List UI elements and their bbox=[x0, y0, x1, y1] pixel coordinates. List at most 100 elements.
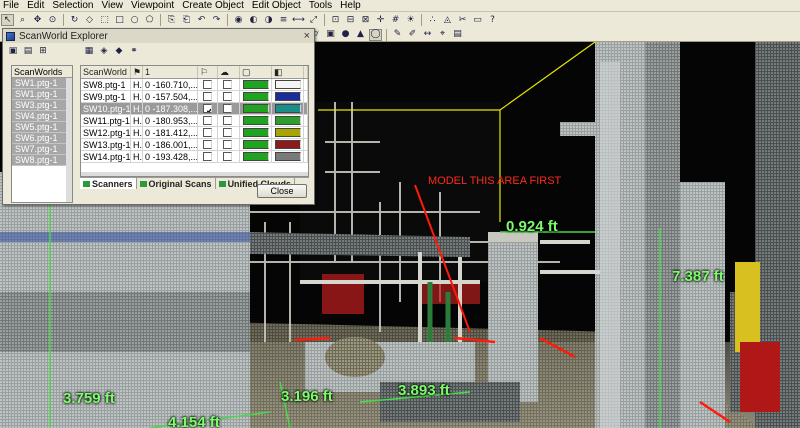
cloud-color-swatch[interactable] bbox=[275, 80, 301, 89]
scanworld-list-item[interactable]: SW6.ptg-1 bbox=[12, 133, 72, 144]
properties-icon[interactable]: ◈ bbox=[98, 46, 110, 57]
table-row[interactable]: SW8.ptg-1H...0 -160.710,... bbox=[81, 79, 308, 91]
close-button[interactable]: Close bbox=[257, 184, 307, 198]
fence-icon[interactable]: ⬚ bbox=[98, 14, 111, 26]
camera-icon[interactable]: ◉ bbox=[232, 14, 245, 26]
cloud-checkbox[interactable] bbox=[223, 92, 232, 101]
scanworld-list-item[interactable]: SW1.ptg-1 bbox=[12, 78, 72, 89]
column-header-scanner-icon[interactable]: ⚑ bbox=[131, 66, 143, 78]
column-header-visible-icon[interactable]: ⚐ bbox=[198, 66, 218, 78]
seek-icon[interactable]: ⊙ bbox=[46, 14, 59, 26]
visibility-checkbox[interactable] bbox=[203, 92, 212, 101]
dimension-icon[interactable]: ↔ bbox=[421, 29, 434, 41]
tab-original-scans[interactable]: Original Scans bbox=[137, 178, 216, 189]
cloud-color-swatch[interactable] bbox=[275, 140, 301, 149]
cone-icon[interactable]: ▲ bbox=[354, 29, 367, 41]
menu-item-edit[interactable]: Edit bbox=[23, 0, 48, 12]
scanner-color-swatch[interactable] bbox=[243, 80, 269, 89]
annotate-icon[interactable]: ✎ bbox=[391, 29, 404, 41]
scanworld-list-item[interactable]: SW5.ptg-1 bbox=[12, 122, 72, 133]
scanner-color-swatch[interactable] bbox=[243, 104, 269, 113]
save-icon[interactable]: ▤ bbox=[22, 46, 34, 57]
scanner-color-swatch[interactable] bbox=[243, 116, 269, 125]
limit-box-icon[interactable]: ▭ bbox=[471, 14, 484, 26]
visibility-checkbox[interactable]: ✔ bbox=[203, 104, 212, 113]
table-row[interactable]: SW12.ptg-1H...0 -181.412,... bbox=[81, 127, 308, 139]
menu-item-create-object[interactable]: Create Object bbox=[178, 0, 248, 12]
visible-icon[interactable]: ◐ bbox=[247, 14, 260, 26]
cloud-checkbox[interactable] bbox=[223, 116, 232, 125]
list-view-icon[interactable]: ▦ bbox=[83, 46, 95, 57]
undo-icon[interactable]: ↶ bbox=[195, 14, 208, 26]
table-row[interactable]: SW11.ptg-1H...0 -180.953,... bbox=[81, 115, 308, 127]
measurement-label[interactable]: 3.893 ft bbox=[398, 382, 450, 399]
measurement-label[interactable]: 3.759 ft bbox=[63, 390, 115, 407]
lighting-icon[interactable]: ☀ bbox=[404, 14, 417, 26]
visibility-checkbox[interactable] bbox=[203, 116, 212, 125]
pick-icon[interactable]: ◇ bbox=[83, 14, 96, 26]
torus-icon[interactable]: ◯ bbox=[369, 28, 382, 41]
table-row[interactable]: SW13.ptg-1H...0 -186.001,... bbox=[81, 139, 308, 151]
zoom-extents-icon[interactable]: ⊡ bbox=[329, 14, 342, 26]
menu-item-tools[interactable]: Tools bbox=[305, 0, 336, 12]
perspective-icon[interactable]: ⊠ bbox=[359, 14, 372, 26]
cloud-checkbox[interactable] bbox=[223, 80, 232, 89]
scanworld-list-scrollbar[interactable] bbox=[66, 78, 72, 202]
scanner-color-swatch[interactable] bbox=[243, 140, 269, 149]
open-icon[interactable]: ▣ bbox=[7, 46, 19, 57]
column-header-flag-icon[interactable]: ⚑ bbox=[304, 66, 308, 78]
menu-item-viewpoint[interactable]: Viewpoint bbox=[127, 0, 178, 12]
polygon-icon[interactable]: ⬠ bbox=[143, 14, 156, 26]
visibility-checkbox[interactable] bbox=[203, 80, 212, 89]
scanworld-list-item[interactable]: SW1.ptg-1 bbox=[12, 89, 72, 100]
measurement-label[interactable]: 0.924 ft bbox=[506, 218, 558, 235]
scanworld-list-item[interactable]: SW8.ptg-1 bbox=[12, 155, 72, 166]
clip-icon[interactable]: ✂ bbox=[456, 14, 469, 26]
tab-scanners[interactable]: Scanners bbox=[80, 178, 137, 189]
visibility-checkbox[interactable] bbox=[203, 128, 212, 137]
cloud-color-swatch[interactable] bbox=[275, 152, 301, 161]
measurement-label[interactable]: 3.196 ft bbox=[281, 388, 333, 405]
cloud-checkbox[interactable] bbox=[223, 152, 232, 161]
pointcloud-icon[interactable]: ∴ bbox=[426, 14, 439, 26]
menu-item-help[interactable]: Help bbox=[336, 0, 365, 12]
rotate-icon[interactable]: ↻ bbox=[68, 14, 81, 26]
help-icon[interactable]: ? bbox=[486, 14, 499, 26]
box-icon[interactable]: ▣ bbox=[324, 29, 337, 41]
zoom-icon[interactable]: ⌕ bbox=[16, 14, 29, 26]
sheet-icon[interactable]: ▤ bbox=[451, 29, 464, 41]
column-header-color-icon[interactable]: ◧ bbox=[272, 66, 304, 78]
scanner-color-swatch[interactable] bbox=[243, 92, 269, 101]
visibility-checkbox[interactable] bbox=[203, 152, 212, 161]
select-icon[interactable]: ↖ bbox=[1, 14, 14, 26]
paste-icon[interactable]: ⎗ bbox=[180, 14, 193, 26]
measure-icon[interactable]: ⟷ bbox=[292, 14, 305, 26]
column-header-scanworld[interactable]: ScanWorld bbox=[81, 66, 131, 78]
cloud-color-swatch[interactable] bbox=[275, 128, 301, 137]
pan-icon[interactable]: ✥ bbox=[31, 14, 44, 26]
measurement-label[interactable]: 4.154 ft bbox=[168, 414, 220, 428]
dialog-close-icon[interactable]: × bbox=[304, 30, 310, 42]
scanworld-list-item[interactable]: SW7.ptg-1 bbox=[12, 144, 72, 155]
rectangle-icon[interactable]: □ bbox=[113, 14, 126, 26]
coordinate-icon[interactable]: ⌖ bbox=[436, 29, 449, 41]
mesh-icon[interactable]: ◬ bbox=[441, 14, 454, 26]
sphere-icon[interactable]: ● bbox=[339, 29, 352, 41]
scanner-color-swatch[interactable] bbox=[243, 128, 269, 137]
redo-icon[interactable]: ↷ bbox=[210, 14, 223, 26]
cloud-color-swatch[interactable] bbox=[275, 116, 301, 125]
scanworld-list-item[interactable]: SW4.ptg-1 bbox=[12, 111, 72, 122]
fit-icon[interactable]: ⤢ bbox=[307, 14, 320, 26]
register-icon[interactable]: ◆ bbox=[113, 46, 125, 57]
scanner-color-swatch[interactable] bbox=[243, 152, 269, 161]
column-header-index[interactable]: 1 bbox=[143, 66, 198, 78]
menu-item-view[interactable]: View bbox=[98, 0, 128, 12]
cloud-checkbox[interactable] bbox=[223, 104, 232, 113]
table-row[interactable]: SW14.ptg-1H...0 -193.428,... bbox=[81, 151, 308, 163]
grid-horizontal-scrollbar[interactable] bbox=[81, 172, 308, 176]
column-header-doc-icon[interactable]: ▢ bbox=[240, 66, 272, 78]
layer-icon[interactable]: ≡ bbox=[277, 14, 290, 26]
menu-item-edit-object[interactable]: Edit Object bbox=[248, 0, 305, 12]
link-icon[interactable]: ⚭ bbox=[128, 46, 140, 57]
table-row[interactable]: SW9.ptg-1H...0 -157.504,... bbox=[81, 91, 308, 103]
